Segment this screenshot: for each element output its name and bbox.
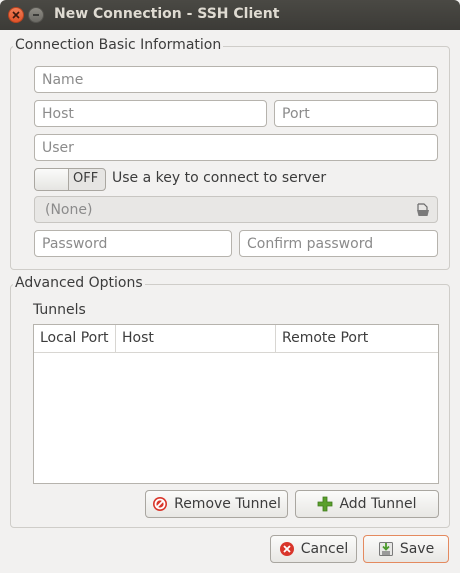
titlebar: New Connection - SSH Client [0,0,460,30]
column-header-host[interactable]: Host [116,325,276,353]
window-minimize-button[interactable] [28,7,44,23]
remove-tunnel-button[interactable]: Remove Tunnel [145,490,288,518]
user-field[interactable] [34,134,438,161]
name-field[interactable] [34,66,438,93]
plus-icon [318,496,333,512]
no-entry-icon [153,497,168,511]
add-tunnel-button[interactable]: Add Tunnel [295,490,439,518]
window-title: New Connection - SSH Client [54,6,280,22]
add-tunnel-label: Add Tunnel [339,496,417,512]
column-header-local-port[interactable]: Local Port [34,325,116,353]
cancel-label: Cancel [300,541,349,557]
tunnels-table-header: Local Port Host Remote Port [34,325,438,353]
close-icon [12,11,20,19]
new-connection-window: New Connection - SSH Client Connection B… [0,0,460,573]
host-field[interactable] [34,100,267,127]
key-file-chooser[interactable]: (None) [34,196,438,223]
tunnels-table[interactable]: Local Port Host Remote Port [33,324,439,484]
switch-state-label: OFF [73,171,99,186]
port-field[interactable] [274,100,438,127]
window-close-button[interactable] [8,7,24,23]
save-icon [378,542,393,556]
use-key-switch[interactable]: OFF [34,168,106,191]
advanced-options-frame-label: Advanced Options [13,275,145,291]
key-file-value: (None) [45,202,93,218]
file-open-icon [417,203,429,216]
confirm-password-field[interactable] [239,230,438,257]
column-header-remote-port[interactable]: Remote Port [276,325,438,353]
switch-knob [35,169,69,190]
save-button[interactable]: Save [363,535,449,563]
minimize-icon [33,14,39,16]
tunnels-label: Tunnels [33,302,86,318]
password-field[interactable] [34,230,232,257]
save-label: Save [399,541,435,557]
use-key-label: Use a key to connect to server [112,170,327,186]
remove-tunnel-label: Remove Tunnel [174,496,281,512]
basic-info-frame-label: Connection Basic Information [13,37,224,53]
cancel-button[interactable]: Cancel [270,535,357,563]
cancel-icon [279,542,294,556]
